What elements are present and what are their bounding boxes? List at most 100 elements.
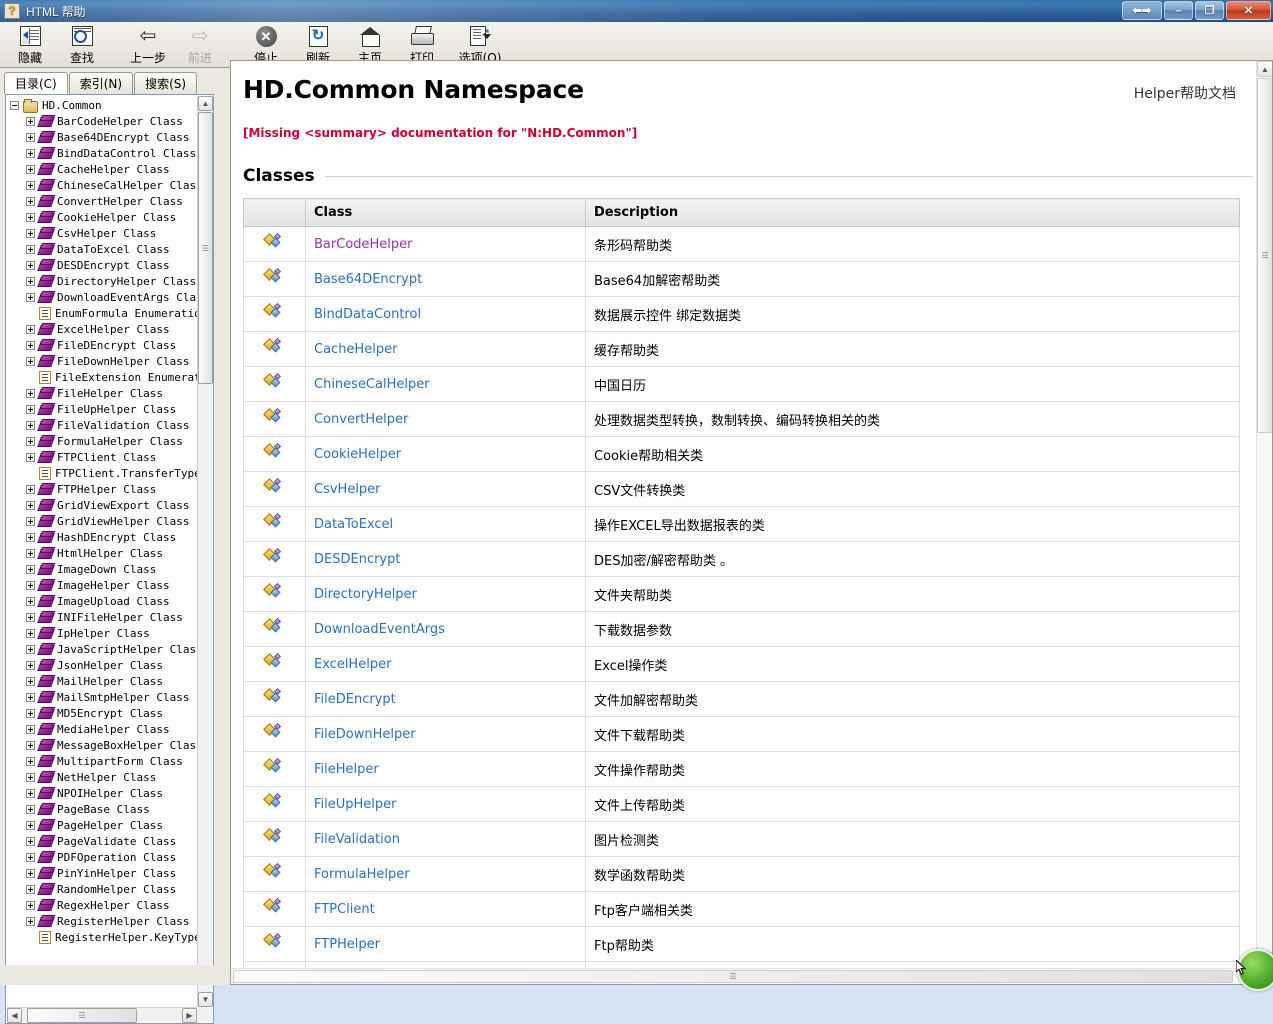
toolbar-button-find[interactable]: 查找	[56, 22, 108, 66]
tree-item[interactable]: IpHelper Class	[6, 625, 202, 641]
scroll-left-arrow[interactable]: ◀	[7, 1008, 22, 1023]
expand-icon[interactable]	[26, 356, 35, 366]
restore-arrow-icon[interactable]: ⬅➡	[1122, 1, 1162, 20]
tree-item[interactable]: GridViewHelper Class	[6, 513, 202, 529]
tree-item[interactable]: PageHelper Class	[6, 817, 202, 833]
expand-icon[interactable]	[26, 340, 35, 350]
tree-item[interactable]: BindDataControl Class	[6, 145, 202, 161]
maximize-button[interactable]: ❐	[1195, 1, 1224, 20]
tree-item[interactable]: RegexHelper Class	[6, 897, 202, 913]
tree-item[interactable]: DESDEncrypt Class	[6, 257, 202, 273]
class-link[interactable]: BindDataControl	[314, 307, 421, 322]
expand-icon[interactable]	[26, 532, 35, 542]
tree-item[interactable]: RandomHelper Class	[6, 881, 202, 897]
expand-icon[interactable]	[26, 708, 35, 718]
expand-icon[interactable]	[26, 212, 35, 222]
tree-item[interactable]: JsonHelper Class	[6, 657, 202, 673]
expand-icon[interactable]	[26, 148, 35, 158]
contents-tree[interactable]: HD.Common BarCodeHelper Class Base64DEncry…	[6, 97, 202, 945]
expand-icon[interactable]	[26, 756, 35, 766]
class-link[interactable]: CacheHelper	[314, 342, 397, 357]
scroll-right-arrow[interactable]: ▶	[182, 1008, 197, 1023]
tree-item[interactable]: FileValidation Class	[6, 417, 202, 433]
tree-item[interactable]: MailSmtpHelper Class	[6, 689, 202, 705]
expand-icon[interactable]	[26, 692, 35, 702]
tree-item[interactable]: HD.Common	[6, 97, 202, 113]
tree-item[interactable]: FileExtension Enumeration	[6, 369, 202, 385]
class-link[interactable]: Base64DEncrypt	[314, 272, 422, 287]
collapse-icon[interactable]	[10, 100, 19, 110]
expand-icon[interactable]	[26, 484, 35, 494]
expand-icon[interactable]	[26, 388, 35, 398]
expand-icon[interactable]	[26, 836, 35, 846]
tab-search[interactable]: 搜索(S)	[134, 72, 198, 94]
tree-item[interactable]: CookieHelper Class	[6, 209, 202, 225]
tree-item[interactable]: DataToExcel Class	[6, 241, 202, 257]
tree-item[interactable]: ImageHelper Class	[6, 577, 202, 593]
expand-icon[interactable]	[26, 580, 35, 590]
tree-item[interactable]: FileUpHelper Class	[6, 401, 202, 417]
tree-item[interactable]: FTPClient.TransferType	[6, 465, 202, 481]
tree-item[interactable]: NPOIHelper Class	[6, 785, 202, 801]
topic-vertical-scrollbar[interactable]: ▲ ☰ ▼	[1256, 61, 1272, 968]
expand-icon[interactable]	[26, 276, 35, 286]
pane-splitter[interactable]	[219, 68, 230, 985]
tree-item[interactable]: FTPHelper Class	[6, 481, 202, 497]
tree-vertical-scrollbar[interactable]: ▲ ☰ ▼	[197, 96, 213, 1007]
expand-icon[interactable]	[26, 404, 35, 414]
expand-icon[interactable]	[26, 292, 35, 302]
tree-item[interactable]: FormulaHelper Class	[6, 433, 202, 449]
toolbar-button-forward[interactable]: ⇨ 前进	[174, 22, 226, 66]
expand-icon[interactable]	[26, 564, 35, 574]
toolbar-button-hide[interactable]: 隐藏	[4, 22, 56, 66]
class-link[interactable]: DataToExcel	[314, 517, 393, 532]
expand-icon[interactable]	[26, 516, 35, 526]
class-link[interactable]: FileDownHelper	[314, 727, 416, 742]
class-link[interactable]: CsvHelper	[314, 482, 381, 497]
class-link[interactable]: BarCodeHelper	[314, 237, 413, 252]
expand-icon[interactable]	[26, 868, 35, 878]
tree-item[interactable]: ImageUpload Class	[6, 593, 202, 609]
tree-item[interactable]: RegisterHelper Class	[6, 913, 202, 929]
tree-item[interactable]: ChineseCalHelper Class	[6, 177, 202, 193]
expand-icon[interactable]	[26, 916, 35, 926]
scroll-thumb-horizontal[interactable]: ☰	[27, 1008, 137, 1023]
tree-item[interactable]: JavaScriptHelper Class	[6, 641, 202, 657]
class-link[interactable]: DESDEncrypt	[314, 552, 400, 567]
tree-item[interactable]: FileDEncrypt Class	[6, 337, 202, 353]
tree-item[interactable]: ConvertHelper Class	[6, 193, 202, 209]
tree-item[interactable]: MessageBoxHelper Class	[6, 737, 202, 753]
expand-icon[interactable]	[26, 196, 35, 206]
class-link[interactable]: FileUpHelper	[314, 797, 397, 812]
tree-item[interactable]: MediaHelper Class	[6, 721, 202, 737]
topic-scroll-thumb-horizontal[interactable]: ☰	[233, 970, 1233, 983]
tree-item[interactable]: PageBase Class	[6, 801, 202, 817]
expand-icon[interactable]	[26, 132, 35, 142]
toolbar-button-back[interactable]: ⇦ 上一步	[122, 22, 174, 66]
class-link[interactable]: FileDEncrypt	[314, 692, 396, 707]
tree-item[interactable]: FileHelper Class	[6, 385, 202, 401]
expand-icon[interactable]	[26, 788, 35, 798]
expand-icon[interactable]	[26, 324, 35, 334]
expand-icon[interactable]	[26, 116, 35, 126]
class-link[interactable]: ChineseCalHelper	[314, 377, 430, 392]
tree-item[interactable]: INIFileHelper Class	[6, 609, 202, 625]
class-link[interactable]: FileValidation	[314, 832, 400, 847]
tree-item[interactable]: DirectoryHelper Class	[6, 273, 202, 289]
class-link[interactable]: FormulaHelper	[314, 867, 410, 882]
expand-icon[interactable]	[26, 228, 35, 238]
tree-horizontal-scrollbar[interactable]: ◀ ☰ ▶	[7, 1007, 197, 1023]
expand-icon[interactable]	[26, 772, 35, 782]
expand-icon[interactable]	[26, 644, 35, 654]
tree-item[interactable]: PinYinHelper Class	[6, 865, 202, 881]
expand-icon[interactable]	[26, 260, 35, 270]
expand-icon[interactable]	[26, 612, 35, 622]
expand-icon[interactable]	[26, 548, 35, 558]
class-link[interactable]: CookieHelper	[314, 447, 401, 462]
expand-icon[interactable]	[26, 820, 35, 830]
expand-icon[interactable]	[26, 420, 35, 430]
tree-item[interactable]: ImageDown Class	[6, 561, 202, 577]
expand-icon[interactable]	[26, 660, 35, 670]
tree-item[interactable]: DownloadEventArgs Class	[6, 289, 202, 305]
tree-item[interactable]: NetHelper Class	[6, 769, 202, 785]
